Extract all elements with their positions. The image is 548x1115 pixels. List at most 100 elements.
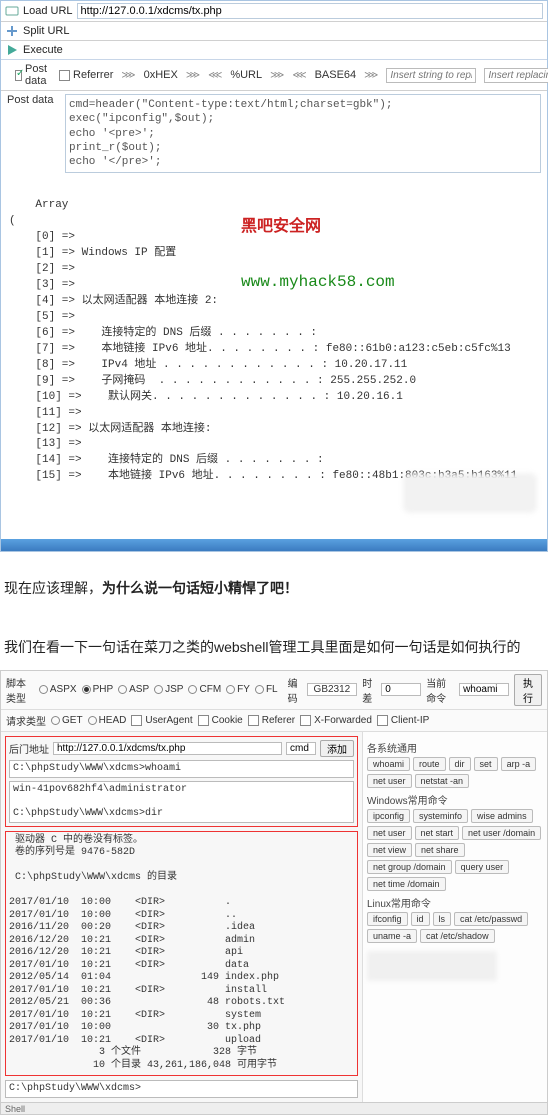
pass-input[interactable] <box>286 742 316 755</box>
dir-redbox: 驱动器 C 中的卷没有标签。 卷的序列号是 9476-582D C:\phpSt… <box>5 831 358 1077</box>
req-type-label: 请求类型 <box>6 713 46 728</box>
btn-queryuser[interactable]: query user <box>455 860 510 874</box>
btn-wise[interactable]: wise admins <box>471 809 533 823</box>
addr-label: 后门地址 <box>9 741 49 756</box>
split-url-label[interactable]: Split URL <box>23 25 69 37</box>
lin-group: ifconfig id ls cat /etc/passwd uname -a … <box>367 912 543 943</box>
type-jsp[interactable]: JSP <box>154 684 183 695</box>
req-clientip[interactable]: Client-IP <box>377 715 429 726</box>
sep-icon: ⋘ <box>292 70 306 81</box>
add-button[interactable]: 添加 <box>320 740 354 757</box>
load-url-icon <box>5 4 19 18</box>
btn-netstart[interactable]: net start <box>415 826 460 840</box>
btn-ls[interactable]: ls <box>433 912 452 926</box>
left-pane: 后门地址 添加 C:\phpStudy\WWW\xdcms>whoami win… <box>1 732 362 1103</box>
req-head[interactable]: HEAD <box>88 715 127 726</box>
shell-label: Shell <box>5 1104 25 1114</box>
req-referer[interactable]: Referer <box>248 715 295 726</box>
sys-group: whoami route dir set arp -a net user net… <box>367 757 543 788</box>
req-ua[interactable]: UserAgent <box>131 715 192 726</box>
req-cookie[interactable]: Cookie <box>198 715 243 726</box>
response-output: Array ( [0] => [1] => Windows IP 配置 [2] … <box>1 176 547 539</box>
watermark-line1: 黑吧安全网 <box>241 216 395 239</box>
status-bar: Shell <box>1 1102 547 1114</box>
type-fy[interactable]: FY <box>226 684 250 695</box>
prompt-box[interactable]: C:\phpStudy\WWW\xdcms> <box>5 1080 358 1098</box>
cur-cmd-input[interactable] <box>459 683 509 696</box>
para1a: 现在应该理解， <box>4 580 102 596</box>
sep-icon: ⋙ <box>270 70 284 81</box>
btn-netgroup[interactable]: net group /domain <box>367 860 452 874</box>
btn-netstat[interactable]: netstat -an <box>415 774 470 788</box>
btn-nettime[interactable]: net time /domain <box>367 877 446 891</box>
oxhex-btn[interactable]: 0xHEX <box>144 69 178 81</box>
btn-route[interactable]: route <box>413 757 446 771</box>
execute-label[interactable]: Execute <box>23 44 63 56</box>
win-taskbar <box>1 539 547 551</box>
sep-icon: ⋘ <box>208 70 222 81</box>
post-data-check[interactable]: Post data <box>15 63 51 87</box>
row-load-url: Load URL <box>1 1 547 22</box>
post-data-check-label: Post data <box>25 63 51 87</box>
req-get[interactable]: GET <box>51 715 83 726</box>
btn-dir[interactable]: dir <box>449 757 471 771</box>
urlpct-btn[interactable]: %URL <box>230 69 262 81</box>
script-type-row: 脚本类型 ASPX PHP ASP JSP CFM FY FL 编码 GB231… <box>1 671 547 710</box>
post-data-label: Post data <box>7 94 59 106</box>
encoding-select[interactable]: GB2312 <box>307 683 358 696</box>
webshell-tool-panel: 脚本类型 ASPX PHP ASP JSP CFM FY FL 编码 GB231… <box>0 670 548 1115</box>
btn-passwd[interactable]: cat /etc/passwd <box>454 912 528 926</box>
btn-whoami[interactable]: whoami <box>367 757 410 771</box>
blurred-overlay-2 <box>367 951 497 981</box>
sep-icon: ⋙ <box>121 70 135 81</box>
options-row: Post data Referrer ⋙ 0xHEX ⋙ ⋘ %URL ⋙ ⋘ … <box>1 60 547 91</box>
btn-set[interactable]: set <box>474 757 498 771</box>
tz-input[interactable] <box>381 683 421 696</box>
sys-group-title: 各系统通用 <box>367 740 543 755</box>
type-aspx[interactable]: ASPX <box>39 684 77 695</box>
post-data-textarea[interactable]: cmd=header("Content-type:text/html;chars… <box>65 94 541 173</box>
insert-replace-2[interactable] <box>484 68 548 83</box>
btn-shadow[interactable]: cat /etc/shadow <box>420 929 495 943</box>
run-button[interactable]: 执行 <box>514 674 542 706</box>
row-execute: Execute <box>1 41 547 60</box>
addr-input[interactable] <box>53 742 282 755</box>
tz-label: 时差 <box>362 675 376 705</box>
split-url-icon <box>5 24 19 38</box>
load-url-label[interactable]: Load URL <box>23 5 73 17</box>
dir-listing: 驱动器 C 中的卷没有标签。 卷的序列号是 9476-582D C:\phpSt… <box>9 835 354 1073</box>
referrer-check[interactable]: Referrer <box>59 69 113 81</box>
base64-btn[interactable]: BASE64 <box>315 69 357 81</box>
win-group: ipconfig systeminfo wise admins net user… <box>367 809 543 891</box>
referrer-check-label: Referrer <box>73 69 113 81</box>
article-para-1: 现在应该理解，为什么说一句话短小精悍了吧！ <box>0 552 548 611</box>
type-fl[interactable]: FL <box>255 684 278 695</box>
btn-netuser[interactable]: net user <box>367 774 412 788</box>
btn-netview[interactable]: net view <box>367 843 412 857</box>
insert-replace-1[interactable] <box>386 68 476 83</box>
encoding-label: 编码 <box>288 675 302 705</box>
row-split-url: Split URL <box>1 22 547 41</box>
btn-ipconfig[interactable]: ipconfig <box>367 809 410 823</box>
btn-arp[interactable]: arp -a <box>501 757 537 771</box>
type-asp[interactable]: ASP <box>118 684 149 695</box>
request-type-row: 请求类型 GET HEAD UserAgent Cookie Referer X… <box>1 710 547 732</box>
execute-icon <box>5 43 19 57</box>
btn-netuserd[interactable]: net user /domain <box>462 826 541 840</box>
btn-id[interactable]: id <box>411 912 430 926</box>
sep-icon: ⋙ <box>186 70 200 81</box>
address-redbox: 后门地址 添加 C:\phpStudy\WWW\xdcms>whoami win… <box>5 736 358 827</box>
right-pane: 各系统通用 whoami route dir set arp -a net us… <box>362 732 547 1103</box>
btn-uname[interactable]: uname -a <box>367 929 417 943</box>
btn-netshare[interactable]: net share <box>415 843 465 857</box>
para1b: 为什么说一句话短小精悍了吧！ <box>102 580 298 596</box>
article-para-2: 我们在看一下一句话在菜刀之类的webshell管理工具里面是如何一句话是如何执行… <box>0 611 548 670</box>
hackbar-panel: Load URL Split URL Execute Post data Ref… <box>0 0 548 552</box>
url-input[interactable] <box>77 3 543 19</box>
btn-systeminfo[interactable]: systeminfo <box>413 809 468 823</box>
type-cfm[interactable]: CFM <box>188 684 221 695</box>
req-xff[interactable]: X-Forwarded <box>300 715 372 726</box>
btn-netuser2[interactable]: net user <box>367 826 412 840</box>
btn-ifconfig[interactable]: ifconfig <box>367 912 408 926</box>
type-php[interactable]: PHP <box>82 684 114 695</box>
